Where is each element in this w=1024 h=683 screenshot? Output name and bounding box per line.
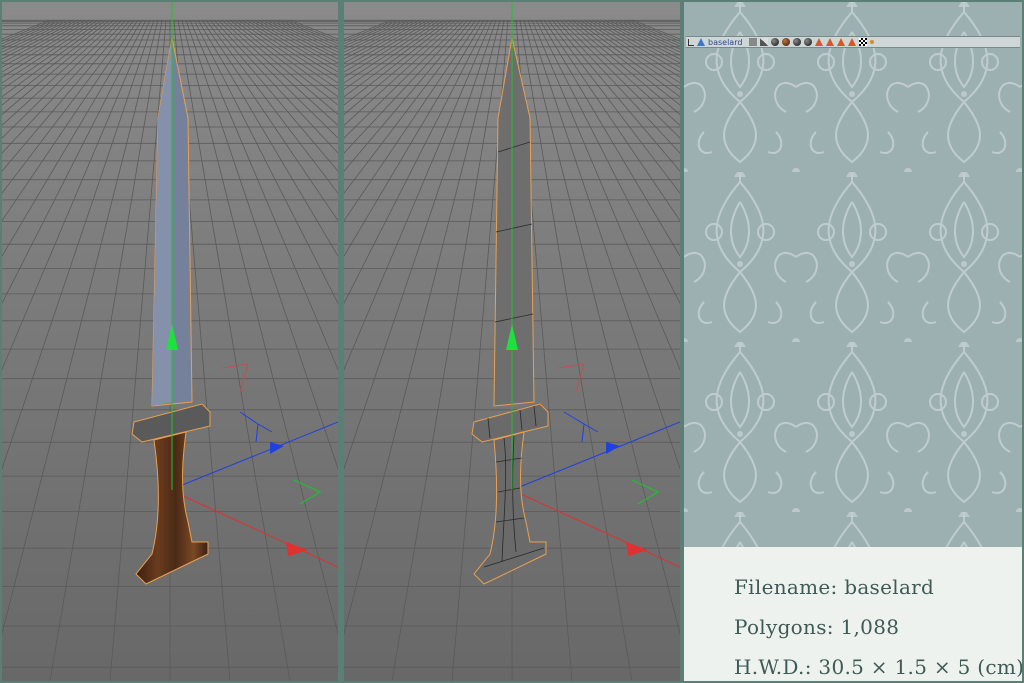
object-name-label[interactable]: baselard <box>708 38 742 47</box>
dimensions-value: 30.5 × 1.5 × 5 (cm) <box>818 655 1022 679</box>
visibility-icon[interactable] <box>749 38 758 46</box>
dimensions-label: H.W.D.: <box>734 655 812 679</box>
uvw-tag-icon[interactable] <box>859 38 868 46</box>
dimensions-line: H.W.D.: 30.5 × 1.5 × 5 (cm) <box>734 647 1022 681</box>
viewport-wireframe[interactable] <box>344 2 680 681</box>
filename-value: baselard <box>844 575 935 599</box>
object-icon[interactable] <box>697 38 705 46</box>
object-toolbar: baselard <box>686 36 1020 48</box>
filename-label: Filename: <box>734 575 838 599</box>
material-sphere-icon[interactable] <box>804 38 813 46</box>
hierarchy-icon[interactable] <box>688 38 694 46</box>
phong-tag-icon[interactable] <box>826 38 835 46</box>
polygons-label: Polygons: <box>734 615 834 639</box>
phong-tag-icon[interactable] <box>848 38 857 46</box>
polygons-line: Polygons: 1,088 <box>734 607 1022 647</box>
material-sphere-icon[interactable] <box>793 38 802 46</box>
phong-tag-icon[interactable] <box>815 38 824 46</box>
damask-background <box>684 2 1022 547</box>
material-sphere-icon[interactable] <box>771 38 780 46</box>
filename-line: Filename: baselard <box>734 567 1022 607</box>
side-panel: baselard Filename: baselard Polygons: 1,… <box>684 2 1022 681</box>
viewport-textured[interactable] <box>2 2 338 681</box>
viewport-canvas <box>2 2 338 681</box>
model-info-box: Filename: baselard Polygons: 1,088 H.W.D… <box>684 547 1022 681</box>
viewport-canvas <box>344 2 680 681</box>
selection-tag-icon[interactable] <box>870 40 875 44</box>
polygons-value: 1,088 <box>840 615 900 639</box>
phong-tag-icon[interactable] <box>837 38 846 46</box>
render-toggle-icon[interactable] <box>760 38 769 46</box>
material-sphere-icon[interactable] <box>782 38 791 46</box>
